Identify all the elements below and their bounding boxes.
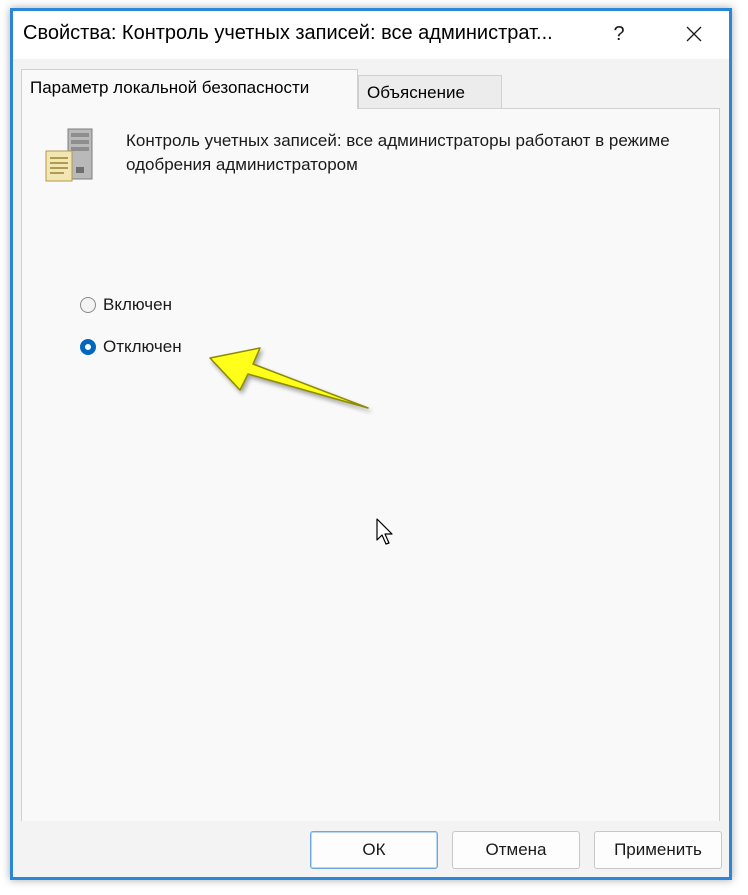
server-icon	[45, 128, 93, 182]
radio-button[interactable]	[80, 297, 96, 313]
apply-button[interactable]: Применить	[594, 831, 722, 869]
cancel-button[interactable]: Отмена	[452, 831, 580, 869]
radio-label: Отключен	[103, 337, 182, 356]
close-icon	[686, 26, 702, 42]
tab-local-security-setting[interactable]: Параметр локальной безопасности	[21, 69, 358, 109]
close-button[interactable]	[674, 18, 714, 50]
title-bar: Свойства: Контроль учетных записей: все …	[13, 11, 729, 59]
radio-button[interactable]	[80, 339, 96, 355]
tab-panel: Контроль учетных записей: все администра…	[21, 108, 720, 826]
policy-description: Контроль учетных записей: все администра…	[126, 131, 670, 174]
radio-disabled[interactable]: Отключен	[80, 334, 182, 360]
ok-button[interactable]: ОК	[310, 831, 438, 869]
button-bar: ОК Отмена Применить	[13, 821, 729, 877]
dialog-window: Свойства: Контроль учетных записей: все …	[10, 8, 732, 880]
mouse-cursor-icon	[376, 518, 393, 545]
radio-enabled[interactable]: Включен	[80, 292, 172, 318]
window-title: Свойства: Контроль учетных записей: все …	[23, 22, 553, 44]
tab-explain[interactable]: Объяснение	[358, 75, 502, 109]
radio-label: Включен	[103, 295, 172, 314]
help-button[interactable]: ?	[599, 18, 639, 50]
